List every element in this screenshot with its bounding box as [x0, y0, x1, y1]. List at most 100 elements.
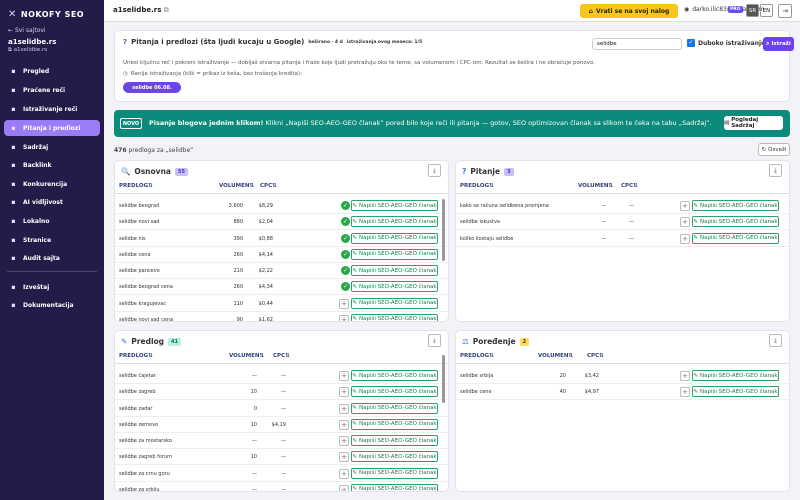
write-article-button[interactable]: ✎ Napiši SEO-AEO-GEO članak: [692, 200, 779, 211]
write-article-button[interactable]: ✎ Napiši SEO-AEO-GEO članak: [692, 370, 779, 381]
col-header-keyword[interactable]: PREDLOG⇅: [119, 183, 153, 189]
keyword-input[interactable]: selidbe: [592, 38, 682, 50]
refresh-label: Osveži: [768, 146, 787, 153]
add-keyword-button[interactable]: +: [339, 314, 349, 321]
lang-sr-button[interactable]: SR: [746, 4, 759, 17]
write-article-button[interactable]: ✎ Napiši SEO-AEO-GEO članak: [351, 313, 438, 321]
sidebar-item-10[interactable]: ▪ Audit sajta: [4, 250, 100, 266]
view-content-button[interactable]: ▤ Pogledaj Sadržaj: [724, 116, 783, 130]
history-item[interactable]: selidbe 06.08.: [123, 82, 181, 93]
col-header-label: PREDLOG: [460, 183, 490, 189]
scrollbar[interactable]: [442, 355, 445, 403]
write-article-label: Napiši SEO-AEO-GEO članak: [358, 251, 437, 258]
add-keyword-button[interactable]: +: [339, 436, 349, 446]
sidebar-item-6[interactable]: ▪ Konkurencija: [4, 176, 100, 192]
sidebar-item-8[interactable]: ▪ Lokalno: [4, 213, 100, 229]
write-article-button[interactable]: ✎ Napiši SEO-AEO-GEO članak: [351, 451, 438, 463]
cpc-cell: $2,04: [258, 219, 273, 226]
col-header-cpc[interactable]: CPC⇅: [273, 353, 290, 359]
write-article-button[interactable]: ✎ Napiši SEO-AEO-GEO članak: [692, 216, 779, 228]
write-article-label: Napiši SEO-AEO-GEO članak: [358, 283, 437, 290]
add-keyword-button[interactable]: +: [339, 484, 349, 491]
table-row: selidbe za crnu goru — — + ✎ Napiši SEO-AEO-G…: [115, 466, 448, 482]
add-keyword-button[interactable]: +: [680, 217, 690, 228]
col-header-keyword[interactable]: PREDLOG⇅: [460, 353, 494, 359]
research-button[interactable]: ⌕ Istraži: [763, 37, 794, 51]
sidebar-item-7[interactable]: ▪ AI vidljivost: [4, 194, 100, 210]
download-icon[interactable]: ⤓: [428, 164, 441, 177]
write-article-button[interactable]: ✎ Napiši SEO-AEO-GEO članak: [351, 483, 438, 491]
write-article-button[interactable]: ✎ Napiši SEO-AEO-GEO članak: [351, 232, 438, 244]
write-article-button[interactable]: ✎ Napiši SEO-AEO-GEO članak: [351, 265, 438, 276]
sidebar-item-2[interactable]: ▪ Istraživanje reči: [4, 101, 100, 117]
sidebar-item-0[interactable]: ▪ Pregled: [4, 63, 100, 79]
write-article-button[interactable]: ✎ Napiši SEO-AEO-GEO članak: [351, 418, 438, 430]
download-icon[interactable]: ⤓: [428, 334, 441, 347]
col-header-keyword[interactable]: PREDLOG⇅: [460, 183, 494, 189]
sidebar-item-4[interactable]: ▪ Sadržaj: [4, 139, 100, 155]
sidebar-item-9[interactable]: ▪ Stranice: [4, 232, 100, 248]
volume-cell: —: [601, 219, 606, 226]
document-edit-icon: ✎: [693, 235, 698, 241]
col-header-volume[interactable]: VOLUMEN⇅: [219, 183, 254, 189]
col-header-volume[interactable]: VOLUMEN⇅: [229, 353, 264, 359]
add-keyword-button[interactable]: +: [680, 387, 690, 398]
sidebar-item-5[interactable]: ▪ Backlink: [4, 157, 100, 173]
sidebar-bottom-item-1[interactable]: ▪ Dokumentacija: [4, 297, 100, 313]
external-link-icon[interactable]: ⧉: [164, 6, 169, 14]
col-header-volume[interactable]: VOLUMEN⇅: [578, 183, 613, 189]
col-header-label: CPC: [621, 183, 634, 189]
sidebar-item-label: Praćene reči: [23, 86, 66, 94]
col-header-label: PREDLOG: [460, 353, 490, 359]
write-article-button[interactable]: ✎ Napiši SEO-AEO-GEO članak: [351, 402, 438, 414]
write-article-button[interactable]: ✎ Napiši SEO-AEO-GEO članak: [351, 281, 438, 293]
col-header-cpc[interactable]: CPC⇅: [621, 183, 638, 189]
download-icon[interactable]: ⤓: [769, 164, 782, 177]
done-check-icon: ✓: [341, 233, 350, 243]
refresh-button[interactable]: ↻ Osveži: [758, 143, 790, 156]
search-icon: ⌕: [766, 40, 770, 47]
add-keyword-button[interactable]: +: [680, 371, 690, 381]
write-article-button[interactable]: ✎ Napiši SEO-AEO-GEO članak: [351, 370, 438, 381]
write-article-button[interactable]: ✎ Napiši SEO-AEO-GEO članak: [351, 248, 438, 260]
write-article-button[interactable]: ✎ Napiši SEO-AEO-GEO članak: [351, 297, 438, 309]
scrollbar[interactable]: [442, 199, 445, 261]
add-keyword-button[interactable]: +: [339, 452, 349, 463]
col-header-cpc[interactable]: CPC⇅: [260, 183, 277, 189]
col-header-label: VOLUMEN: [578, 183, 609, 189]
add-keyword-button[interactable]: +: [680, 201, 690, 211]
col-header-cpc[interactable]: CPC⇅: [587, 353, 604, 359]
download-icon[interactable]: ⤓: [769, 334, 782, 347]
write-article-button[interactable]: ✎ Napiši SEO-AEO-GEO članak: [351, 435, 438, 446]
sidebar-bottom-item-0[interactable]: ▪ Izveštaj: [4, 279, 100, 295]
add-keyword-button[interactable]: +: [339, 468, 349, 479]
write-article-button[interactable]: ✎ Napiši SEO-AEO-GEO članak: [351, 200, 438, 211]
write-article-button[interactable]: ✎ Napiši SEO-AEO-GEO članak: [692, 386, 779, 398]
add-keyword-button[interactable]: +: [339, 371, 349, 381]
deep-research-checkbox[interactable]: ✓: [687, 39, 695, 47]
col-header-keyword[interactable]: PREDLOG⇅: [119, 353, 153, 359]
table-row: selidbe zagreb 10 — + ✎ Napiši SEO-AEO-GEO čl…: [115, 384, 448, 401]
cache-chip: keširano · 4 d: [308, 39, 343, 45]
add-keyword-button[interactable]: +: [680, 233, 690, 244]
results-number: 476: [114, 147, 127, 154]
table-row: selidbe iskustva — — + ✎ Napiši SEO-AEO-GEO č…: [456, 214, 789, 231]
write-article-button[interactable]: ✎ Napiši SEO-AEO-GEO članak: [351, 386, 438, 398]
write-article-button[interactable]: ✎ Napiši SEO-AEO-GEO članak: [351, 467, 438, 479]
current-domain[interactable]: a1selidbe.rs ⧉: [113, 6, 169, 15]
sidebar-item-3[interactable]: ▪ Pitanja i predlozi: [4, 120, 100, 136]
add-keyword-button[interactable]: +: [339, 403, 349, 414]
back-to-sites-link[interactable]: ← Svi sajtovi: [8, 27, 46, 34]
add-keyword-button[interactable]: +: [339, 419, 349, 430]
add-keyword-button[interactable]: +: [339, 387, 349, 398]
col-header-volume[interactable]: VOLUMEN⇅: [538, 353, 573, 359]
add-keyword-button[interactable]: +: [339, 298, 349, 309]
write-article-button[interactable]: ✎ Napiši SEO-AEO-GEO članak: [692, 232, 779, 244]
write-article-button[interactable]: ✎ Napiši SEO-AEO-GEO članak: [351, 216, 438, 228]
logout-icon[interactable]: ⇥: [778, 4, 792, 18]
sidebar-item-1[interactable]: ▪ Praćene reči: [4, 82, 100, 98]
brand-logo[interactable]: ✕ NOKOFY SEO: [8, 9, 84, 20]
return-to-account-button[interactable]: ⌂ Vrati se na svoj nalog: [580, 4, 678, 18]
lang-en-button[interactable]: EN: [760, 4, 773, 17]
site-link[interactable]: ⧉ a1selidbe.rs: [8, 47, 47, 54]
